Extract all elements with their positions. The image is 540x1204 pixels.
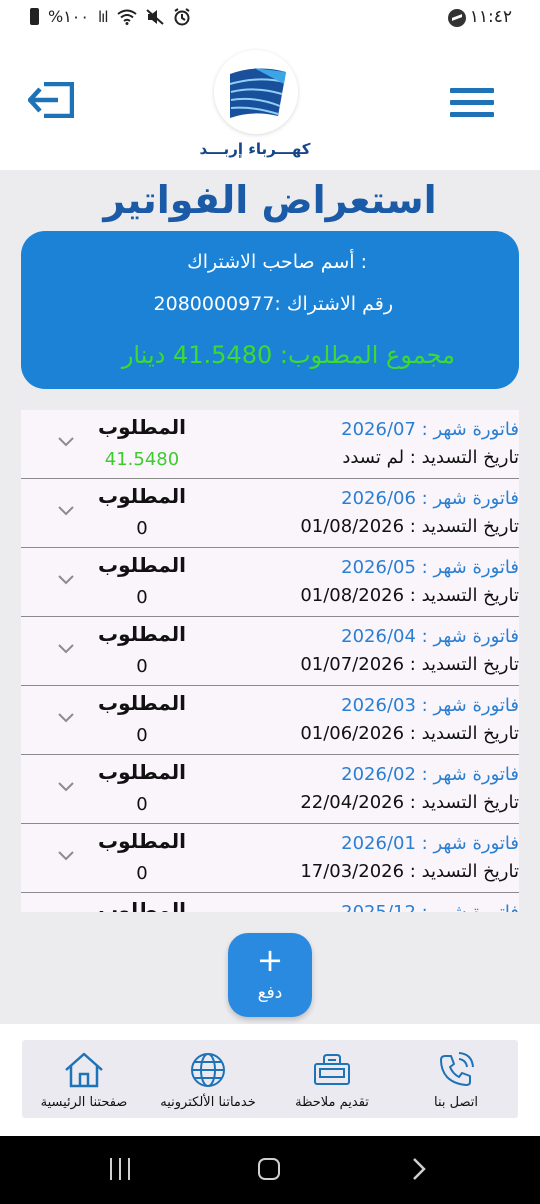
required-value: 0 — [136, 863, 148, 884]
required-label: المطلوب — [97, 760, 187, 784]
invoice-payment-date: تاريخ التسديد : 01/07/2026 — [300, 654, 519, 675]
nav-contact-us[interactable]: اتصل بنا — [394, 1040, 518, 1118]
globe-icon — [191, 1053, 225, 1087]
subscription-holder-label: أسم صاحب الاشتراك : — [187, 251, 367, 273]
system-navigation-bar — [0, 1136, 540, 1204]
logout-icon[interactable] — [28, 82, 74, 118]
chevron-down-icon[interactable] — [57, 781, 75, 793]
total-due: مجموع المطلوب: 41.5480 دينار — [121, 341, 455, 369]
clock: ١١:٤٢ — [469, 7, 512, 27]
required-label: المطلوب — [97, 622, 187, 646]
nav-label: تقديم ملاحظة — [295, 1095, 369, 1110]
required-value: 41.5480 — [104, 449, 180, 470]
required-value: 0 — [136, 725, 148, 746]
nav-e-services[interactable]: خدماتنا الألكترونيه — [146, 1040, 270, 1118]
logo — [214, 50, 298, 134]
subscription-summary-card: أسم صاحب الاشتراك : رقم الاشتراك :208000… — [21, 231, 519, 389]
mute-icon — [145, 8, 164, 25]
required-label: المطلوب — [97, 553, 187, 577]
required-label: المطلوب — [97, 829, 187, 853]
invoice-row[interactable]: فاتورة شهر : 2025/12 المطلوب — [21, 893, 519, 912]
invoice-row[interactable]: فاتورة شهر : 2026/07 تاريخ التسديد : لم … — [21, 410, 519, 479]
required-label: المطلوب — [97, 415, 187, 439]
pay-button-label: دفع — [257, 983, 283, 1003]
invoice-row[interactable]: فاتورة شهر : 2026/04 تاريخ التسديد : 01/… — [21, 617, 519, 686]
invoice-row[interactable]: فاتورة شهر : 2026/06 تاريخ التسديد : 01/… — [21, 479, 519, 548]
recent-apps-icon[interactable] — [108, 1158, 132, 1180]
required-label: المطلوب — [97, 898, 187, 912]
invoice-payment-date: تاريخ التسديد : 01/08/2026 — [300, 585, 519, 606]
required-value: 0 — [136, 794, 148, 815]
bottom-nav: اتصل بنا تقديم ملاحظة خدماتنا الألكتروني… — [22, 1040, 518, 1118]
bottom-bar: اتصل بنا تقديم ملاحظة خدماتنا الألكتروني… — [0, 1024, 540, 1136]
logo-text: كهـــرباء إربـــد — [199, 140, 311, 158]
hamburger-menu-icon[interactable] — [450, 88, 494, 118]
invoice-row[interactable]: فاتورة شهر : 2026/01 تاريخ التسديد : 17/… — [21, 824, 519, 893]
back-icon[interactable] — [410, 1156, 428, 1182]
invoice-payment-date: تاريخ التسديد : لم تسدد — [342, 447, 519, 468]
required-label: المطلوب — [97, 691, 187, 715]
invoice-month: فاتورة شهر : 2026/01 — [341, 833, 519, 854]
feedback-box-icon — [314, 1054, 350, 1085]
required-value: 0 — [136, 518, 148, 539]
required-value: 0 — [136, 656, 148, 677]
wifi-icon — [116, 9, 137, 25]
invoice-payment-date: تاريخ التسديد : 22/04/2026 — [300, 792, 519, 813]
phone-icon — [440, 1052, 474, 1086]
status-icons: %١٠٠ lıl — [30, 7, 191, 26]
invoice-month: فاتورة شهر : 2026/07 — [341, 419, 519, 440]
battery-icon — [30, 8, 39, 25]
invoice-payment-date: تاريخ التسديد : 01/08/2026 — [300, 516, 519, 537]
chevron-down-icon[interactable] — [57, 712, 75, 724]
chevron-down-icon[interactable] — [57, 643, 75, 655]
required-label: المطلوب — [97, 484, 187, 508]
invoice-list[interactable]: فاتورة شهر : 2026/07 تاريخ التسديد : لم … — [21, 410, 519, 912]
subscription-number: رقم الاشتراك :2080000977 — [153, 293, 393, 315]
invoice-row[interactable]: فاتورة شهر : 2026/02 تاريخ التسديد : 22/… — [21, 755, 519, 824]
invoice-row[interactable]: فاتورة شهر : 2026/05 تاريخ التسديد : 01/… — [21, 548, 519, 617]
plus-icon: + — [256, 941, 284, 979]
invoice-row[interactable]: فاتورة شهر : 2026/03 تاريخ التسديد : 01/… — [21, 686, 519, 755]
pay-button[interactable]: + دفع — [228, 933, 312, 1017]
chevron-down-icon[interactable] — [57, 436, 75, 448]
chevron-down-icon[interactable] — [57, 574, 75, 586]
nav-label: اتصل بنا — [434, 1095, 478, 1110]
invoice-payment-date: تاريخ التسديد : 17/03/2026 — [300, 861, 519, 882]
page-title: استعراض الفواتير — [103, 178, 437, 222]
home-button-icon[interactable] — [258, 1158, 280, 1180]
invoice-month: فاتورة شهر : 2026/05 — [341, 557, 519, 578]
logo-emblem-icon — [229, 68, 286, 118]
home-icon — [65, 1052, 103, 1088]
signal-icon: lıl — [97, 7, 108, 26]
invoice-month: فاتورة شهر : 2025/12 — [341, 902, 519, 912]
alarm-icon — [173, 7, 190, 25]
nav-label: صفحتنا الرئيسية — [40, 1095, 128, 1110]
messenger-icon — [448, 9, 466, 27]
nav-label: خدماتنا الألكترونيه — [160, 1095, 256, 1110]
chevron-down-icon[interactable] — [57, 505, 75, 517]
invoice-month: فاتورة شهر : 2026/06 — [341, 488, 519, 509]
invoice-month: فاتورة شهر : 2026/04 — [341, 626, 519, 647]
app-header: كهـــرباء إربـــد — [0, 36, 540, 170]
status-bar: %١٠٠ lıl ١١:٤٢ — [0, 0, 540, 36]
nav-feedback[interactable]: تقديم ملاحظة — [270, 1040, 394, 1118]
invoice-month: فاتورة شهر : 2026/02 — [341, 764, 519, 785]
nav-home[interactable]: صفحتنا الرئيسية — [22, 1040, 146, 1118]
battery-level: %١٠٠ — [48, 7, 89, 26]
invoice-month: فاتورة شهر : 2026/03 — [341, 695, 519, 716]
invoice-payment-date: تاريخ التسديد : 01/06/2026 — [300, 723, 519, 744]
required-value: 0 — [136, 587, 148, 608]
chevron-down-icon[interactable] — [57, 850, 75, 862]
